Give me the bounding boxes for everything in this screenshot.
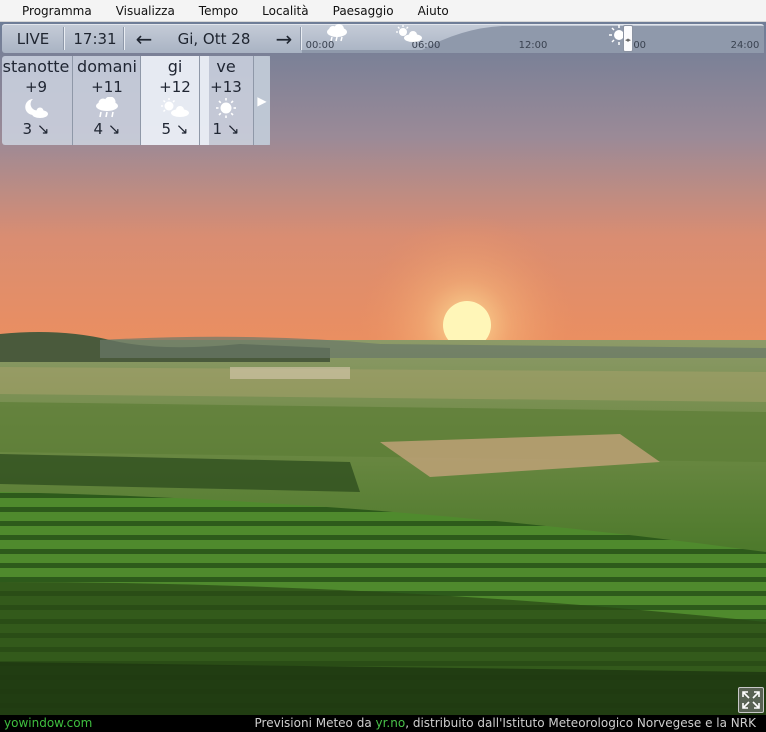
next-day-button[interactable]: → xyxy=(266,24,302,53)
credit-prefix: Previsioni Meteo da xyxy=(254,716,376,730)
wind-speed: 3 ↘ xyxy=(22,120,50,138)
status-bar: yowindow.com Previsioni Meteo da yr.no, … xyxy=(0,715,766,732)
wind-speed: 4 ↘ xyxy=(93,120,121,138)
menu-bar: Programma Visualizza Tempo Località Paes… xyxy=(0,0,766,22)
forecast-day-tomorrow[interactable]: domani +11 4 ↘ xyxy=(73,56,141,145)
forecast-day-tonight[interactable]: stanotte +9 3 ↘ xyxy=(2,56,70,145)
current-time: 17:31 xyxy=(73,29,117,48)
time-slider-handle[interactable]: ◂▸ xyxy=(623,25,633,52)
sun-icon xyxy=(200,96,252,120)
rain-cloud-icon xyxy=(73,96,141,120)
credit-suffix: , distribuito dall'Istituto Meteorologic… xyxy=(405,716,756,730)
day-temperature: +13 xyxy=(210,78,242,96)
previous-day-button[interactable]: ← xyxy=(126,24,162,53)
day-name: stanotte xyxy=(2,57,70,76)
moon-cloud-icon xyxy=(2,96,70,120)
time-toolbar: LIVE 17:31 ← Gi, Ott 28 → 00:00 06:00 12… xyxy=(2,24,764,53)
forecast-day-friday[interactable]: ve +13 1 ↘ xyxy=(200,56,252,145)
day-temperature: +9 xyxy=(24,78,48,96)
menu-localita[interactable]: Località xyxy=(250,0,321,22)
tick-label: 12:00 xyxy=(518,40,548,51)
live-button[interactable]: LIVE xyxy=(4,24,62,53)
timeline-slider[interactable]: 00:00 06:00 12:00 :00 24:00 ◂▸ xyxy=(302,24,764,53)
date-label: Gi, Ott 28 xyxy=(177,29,251,48)
day-name: domani xyxy=(77,57,137,76)
fullscreen-button[interactable] xyxy=(738,687,764,713)
menu-paesaggio[interactable]: Paesaggio xyxy=(321,0,406,22)
forecast-panel: stanotte +9 3 ↘ domani +11 4 ↘ gi +12 5 … xyxy=(2,56,270,145)
toolbar-divider xyxy=(63,27,65,50)
menu-programma[interactable]: Programma xyxy=(10,0,104,22)
menu-visualizza[interactable]: Visualizza xyxy=(104,0,187,22)
toolbar-divider xyxy=(123,27,125,50)
more-days-button[interactable]: ▶ xyxy=(253,56,270,145)
yr-link[interactable]: yr.no xyxy=(376,716,406,730)
grip-icon: ◂▸ xyxy=(625,36,631,44)
menu-aiuto[interactable]: Aiuto xyxy=(406,0,461,22)
credit-text: Previsioni Meteo da yr.no, distribuito d… xyxy=(255,715,756,732)
day-name: ve xyxy=(216,57,236,76)
expand-icon xyxy=(742,691,760,709)
tick-label: 24:00 xyxy=(730,40,760,51)
day-temperature: +11 xyxy=(91,78,123,96)
brand-link[interactable]: yowindow.com xyxy=(4,715,92,732)
sun-cloud-icon xyxy=(396,25,422,42)
menu-tempo[interactable]: Tempo xyxy=(187,0,250,22)
wind-speed: 1 ↘ xyxy=(212,120,240,138)
rain-cloud-icon xyxy=(327,24,347,42)
